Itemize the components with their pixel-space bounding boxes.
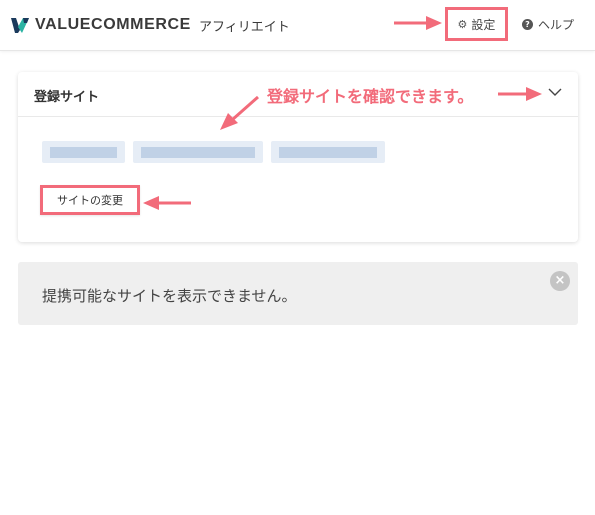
notice-banner: 提携可能なサイトを表示できません。 × [18,262,578,325]
redacted-site-name [279,147,377,158]
close-icon[interactable]: × [550,271,570,291]
question-circle-icon: ? [522,19,533,30]
redacted-site-name [141,147,255,158]
help-label: ヘルプ [538,18,575,32]
chevron-down-icon[interactable] [547,84,563,100]
brand-name: VALUECOMMERCE [35,16,191,33]
help-link[interactable]: ? ヘルプ [522,16,574,33]
valuecommerce-logo[interactable]: VALUECOMMERCE アフィリエイト [10,14,290,36]
annotation-callout: 登録サイトを確認できます。 [267,87,474,106]
logo-mark-icon [11,18,29,33]
site-chip[interactable] [133,141,263,163]
top-header: VALUECOMMERCE アフィリエイト ⚙ 設定 ? ヘルプ [0,0,595,51]
registered-sites-title: 登録サイト [34,90,100,105]
redacted-site-name [50,147,117,158]
brand-subtitle: アフィリエイト [198,19,290,35]
settings-label: 設定 [471,17,496,32]
gear-icon: ⚙ [457,17,468,31]
settings-link[interactable]: ⚙ 設定 [445,7,508,41]
site-chip[interactable] [42,141,125,163]
change-site-button[interactable]: サイトの変更 [40,185,140,215]
site-chip[interactable] [271,141,385,163]
notice-message: 提携可能なサイトを表示できません。 [42,287,297,305]
